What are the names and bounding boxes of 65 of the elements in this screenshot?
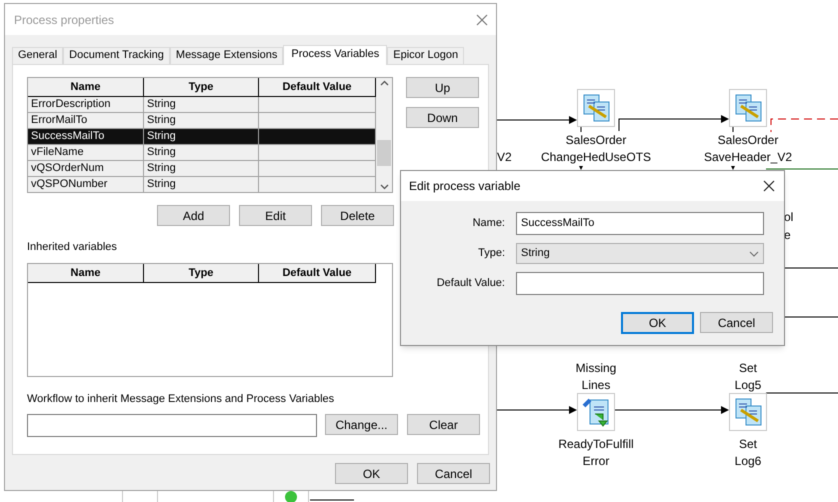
- node-label: SalesOrder: [566, 132, 626, 149]
- input-field[interactable]: SuccessMailTo: [516, 212, 764, 235]
- table-cell: String: [144, 145, 259, 160]
- table-row[interactable]: vQSOrderNum String: [28, 161, 376, 177]
- workflow-input[interactable]: [27, 414, 317, 437]
- table-row[interactable]: ErrorMailTo String: [28, 113, 376, 129]
- button[interactable]: OK: [335, 463, 408, 484]
- table-cell: String: [144, 113, 259, 128]
- node-label: SaveHeader_V2: [704, 149, 792, 166]
- chevron-down-icon: [749, 250, 759, 256]
- dialog-title: Process properties: [14, 12, 114, 28]
- field-label: Type:: [477, 246, 506, 262]
- column-header: Default Value: [259, 264, 376, 282]
- scrollbar[interactable]: [376, 78, 392, 192]
- column-header: Type: [144, 264, 259, 282]
- node-label: ReadyToFulfill: [558, 436, 634, 453]
- table-cell: vQSOrderNum: [28, 161, 144, 176]
- table-row[interactable]: vQSPONumber String: [28, 177, 376, 193]
- chevron-down-icon[interactable]: [380, 184, 388, 190]
- workflow-node-icon: [729, 393, 767, 431]
- table-cell: ErrorMailTo: [28, 113, 144, 128]
- node-label: ChangeHedUseOTS: [540, 149, 652, 166]
- button[interactable]: Clear: [407, 414, 480, 435]
- table-cell: vFileName: [28, 145, 144, 160]
- dialog-title: Edit process variable: [409, 178, 520, 195]
- node-label: V2: [497, 149, 512, 166]
- scrollbar-thumb[interactable]: [377, 140, 391, 166]
- tab[interactable]: Process Variables: [283, 45, 388, 65]
- table-row[interactable]: vFileName String: [28, 145, 376, 161]
- button[interactable]: Cancel: [417, 463, 490, 484]
- button[interactable]: Edit: [239, 205, 312, 226]
- button[interactable]: Up: [406, 77, 479, 98]
- table-cell: String: [144, 161, 259, 176]
- button[interactable]: Change...: [325, 414, 398, 435]
- close-icon[interactable]: [763, 180, 775, 192]
- table-cell: String: [144, 177, 259, 192]
- button[interactable]: Cancel: [700, 312, 773, 333]
- table-cell: SuccessMailTo: [28, 129, 144, 144]
- table-cell: String: [144, 129, 259, 144]
- connector-line: [784, 316, 838, 318]
- table-cell: ErrorDescription: [28, 97, 144, 112]
- tab[interactable]: General: [12, 47, 64, 64]
- button[interactable]: Down: [406, 107, 479, 128]
- button[interactable]: Add: [157, 205, 230, 226]
- tab[interactable]: Epicor Logon: [387, 47, 464, 64]
- table-cell: String: [144, 97, 259, 112]
- table-row[interactable]: ErrorDescription String: [28, 97, 376, 113]
- field-label: Name:: [472, 216, 506, 232]
- tab[interactable]: Document Tracking: [63, 47, 170, 64]
- workflow-node-icon: [577, 89, 615, 127]
- section-label: Workflow to inherit Message Extensions and Process Variables: [26, 392, 336, 406]
- tab[interactable]: Message Extensions: [170, 47, 284, 64]
- field-label: Default Value:: [436, 276, 506, 292]
- table-cell: vQSPONumber: [28, 177, 144, 192]
- button[interactable]: Delete: [321, 205, 394, 226]
- input-field[interactable]: [516, 272, 764, 295]
- node-label: Missing: [576, 360, 616, 377]
- workflow-node-icon: [729, 89, 767, 127]
- workflow-node-icon: [577, 393, 615, 431]
- button[interactable]: OK: [621, 312, 694, 334]
- node-label: SalesOrder: [718, 132, 778, 149]
- type-dropdown[interactable]: String: [516, 243, 764, 264]
- column-header: Name: [28, 264, 144, 282]
- chevron-up-icon[interactable]: [380, 80, 388, 86]
- table-row[interactable]: SuccessMailTo String: [28, 129, 376, 145]
